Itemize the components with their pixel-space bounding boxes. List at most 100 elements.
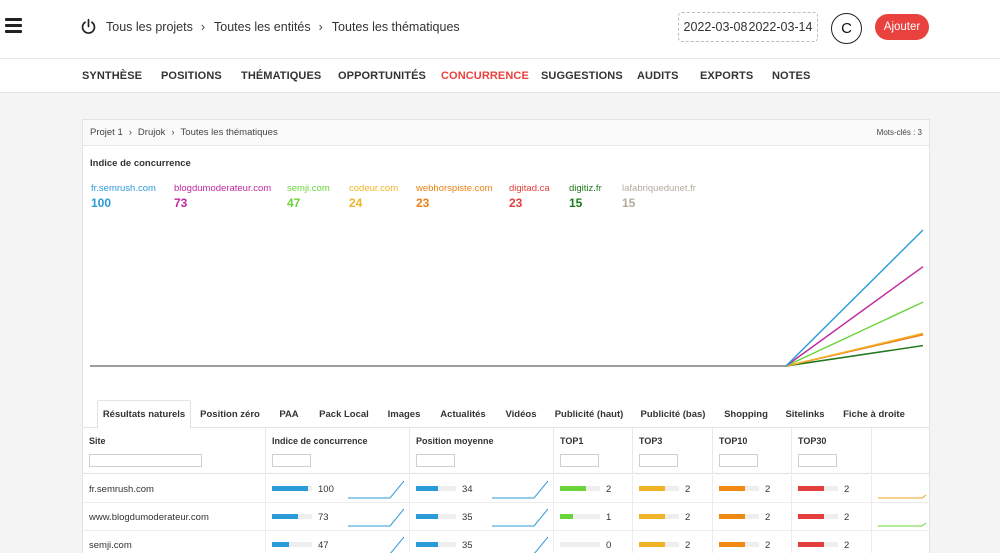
avatar[interactable]: C: [831, 13, 862, 44]
tab-publicite-bas[interactable]: Publicité (bas): [638, 400, 708, 428]
cell-value: 2: [844, 484, 850, 495]
cell-extra: [871, 503, 929, 531]
filter-site-input[interactable]: [89, 454, 202, 467]
col-top30: TOP30: [791, 428, 871, 474]
site-name[interactable]: www.blogdumoderateur.com: [89, 512, 209, 523]
progress-fill: [416, 514, 438, 519]
nav-notes[interactable]: NOTES: [772, 70, 810, 82]
progress-bar: [639, 514, 679, 519]
legend-item[interactable]: blogdumoderateur.com 73: [174, 183, 271, 210]
sparkline: [348, 508, 404, 527]
legend-item[interactable]: semji.com 47: [287, 183, 330, 210]
site-name[interactable]: fr.semrush.com: [89, 484, 154, 495]
card-breadcrumb-entity[interactable]: Drujok: [138, 127, 165, 138]
nav-suggestions[interactable]: SUGGESTIONS: [541, 70, 623, 82]
col-top3-label[interactable]: TOP3: [639, 436, 662, 446]
breadcrumb-entities[interactable]: Toutes les entités: [214, 20, 311, 34]
tab-actualites[interactable]: Actualités: [437, 400, 489, 428]
progress-bar: [272, 486, 312, 491]
tab-fiche-a-droite[interactable]: Fiche à droite: [840, 400, 908, 428]
legend-label: codeur.com: [349, 183, 399, 194]
cell-value: 2: [844, 512, 850, 523]
progress-bar: [560, 542, 600, 547]
legend-value: 100: [91, 196, 112, 210]
tab-position-zero[interactable]: Position zéro: [196, 400, 264, 428]
nav-concurrence[interactable]: CONCURRENCE: [441, 70, 529, 82]
progress-fill: [272, 486, 308, 491]
progress-fill: [639, 514, 665, 519]
cell-top30: 2: [791, 475, 871, 503]
col-top1: TOP1: [553, 428, 632, 474]
tab-publicite-haut[interactable]: Publicité (haut): [552, 400, 626, 428]
legend-item[interactable]: webhorspiste.com 23: [416, 183, 493, 210]
cell-top30: 2: [791, 503, 871, 531]
tab-paa[interactable]: PAA: [274, 400, 304, 428]
nav-exports[interactable]: EXPORTS: [700, 70, 753, 82]
tab-images[interactable]: Images: [384, 400, 424, 428]
cell-site: semji.com: [83, 531, 265, 553]
progress-fill: [798, 542, 824, 547]
legend-item[interactable]: digitad.ca 23: [509, 183, 550, 210]
site-name[interactable]: semji.com: [89, 540, 132, 551]
col-top1-label[interactable]: TOP1: [560, 436, 583, 446]
card-breadcrumb-thematic[interactable]: Toutes les thématiques: [181, 127, 278, 138]
progress-fill: [272, 514, 299, 519]
nav-positions[interactable]: POSITIONS: [161, 70, 222, 82]
tab-videos[interactable]: Vidéos: [502, 400, 540, 428]
table-row[interactable]: fr.semrush.com 100 34 2 2 2 2: [83, 475, 929, 503]
menu-icon[interactable]: [5, 18, 22, 33]
cell-indice: 73: [265, 503, 409, 531]
progress-fill: [719, 542, 745, 547]
legend-label: digitad.ca: [509, 183, 550, 194]
table-row[interactable]: semji.com 47 35 0 2 2 2: [83, 531, 929, 553]
filter-top1-input[interactable]: [560, 454, 599, 467]
cell-site: www.blogdumoderateur.com: [83, 503, 265, 531]
progress-fill: [639, 542, 665, 547]
cell-position: 35: [409, 503, 553, 531]
legend-item[interactable]: digitiz.fr 15: [569, 183, 602, 210]
col-top10-label[interactable]: TOP10: [719, 436, 747, 446]
add-button[interactable]: Ajouter: [875, 14, 929, 40]
progress-bar: [560, 486, 600, 491]
col-site-label[interactable]: Site: [89, 436, 106, 446]
filter-top3-input[interactable]: [639, 454, 678, 467]
col-indice-label[interactable]: Indice de concurrence: [272, 436, 368, 446]
nav-thematiques[interactable]: THÉMATIQUES: [241, 70, 321, 82]
legend-label: digitiz.fr: [569, 183, 602, 194]
cell-top3: 2: [632, 531, 712, 553]
cell-value: 2: [685, 512, 691, 523]
card-breadcrumb-project[interactable]: Projet 1: [90, 127, 123, 138]
filter-indice-input[interactable]: [272, 454, 311, 467]
breadcrumb: Tous les projets › Toutes les entités › Tout…: [106, 20, 460, 34]
tab-pack-local[interactable]: Pack Local: [316, 400, 372, 428]
tab-shopping[interactable]: Shopping: [720, 400, 772, 428]
series-line: [90, 229, 924, 367]
filter-top30-input[interactable]: [798, 454, 837, 467]
keywords-count: Mots-clés : 3: [876, 128, 922, 137]
filter-top10-input[interactable]: [719, 454, 758, 467]
legend-item[interactable]: fr.semrush.com 100: [91, 183, 156, 210]
tab-resultats-naturels[interactable]: Résultats naturels: [97, 400, 191, 429]
cell-value: 73: [318, 512, 329, 523]
cell-value: 2: [765, 540, 771, 551]
filter-position-input[interactable]: [416, 454, 455, 467]
nav-opportunites[interactable]: OPPORTUNITÉS: [338, 70, 426, 82]
legend-value: 23: [416, 196, 430, 210]
col-position-label[interactable]: Position moyenne: [416, 436, 494, 446]
legend-item[interactable]: lafabriquedunet.fr 15: [622, 183, 696, 210]
nav-audits[interactable]: AUDITS: [637, 70, 679, 82]
tab-sitelinks[interactable]: Sitelinks: [782, 400, 828, 428]
date-range-picker[interactable]: 2022-03-08 2022-03-14: [678, 12, 818, 42]
breadcrumb-projects[interactable]: Tous les projets: [106, 20, 193, 34]
cell-value: 35: [462, 512, 473, 523]
result-type-tabs: Résultats naturels Position zéro PAA Pac…: [83, 400, 929, 429]
power-icon[interactable]: [80, 18, 97, 35]
breadcrumb-thematics[interactable]: Toutes les thématiques: [332, 20, 460, 34]
nav-synthese[interactable]: SYNTHÈSE: [82, 70, 142, 82]
col-top30-label[interactable]: TOP30: [798, 436, 826, 446]
cell-value: 2: [765, 484, 771, 495]
progress-fill: [798, 486, 824, 491]
legend-item[interactable]: codeur.com 24: [349, 183, 398, 210]
main-nav: SYNTHÈSE POSITIONS THÉMATIQUES OPPORTUNI…: [0, 58, 1000, 93]
table-row[interactable]: www.blogdumoderateur.com 73 35 1 2 2 2: [83, 503, 929, 531]
